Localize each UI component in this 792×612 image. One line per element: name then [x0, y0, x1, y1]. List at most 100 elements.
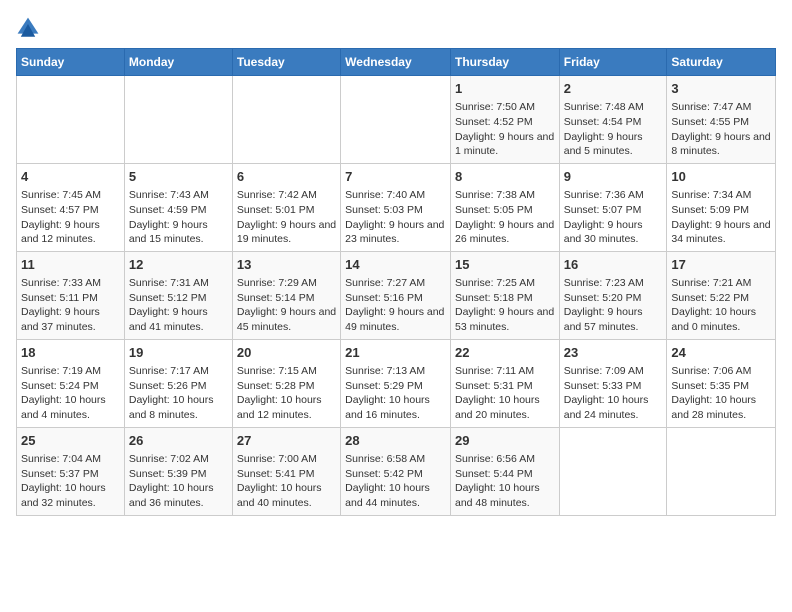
day-info: Daylight: 9 hours and 8 minutes. — [671, 130, 771, 159]
header-row: SundayMondayTuesdayWednesdayThursdayFrid… — [17, 49, 776, 76]
day-info: Daylight: 10 hours and 0 minutes. — [671, 305, 771, 334]
calendar-cell: 5Sunrise: 7:43 AMSunset: 4:59 PMDaylight… — [124, 163, 232, 251]
calendar-cell — [667, 427, 776, 515]
calendar-cell — [341, 76, 451, 164]
calendar-cell: 24Sunrise: 7:06 AMSunset: 5:35 PMDayligh… — [667, 339, 776, 427]
day-info: Daylight: 9 hours and 19 minutes. — [237, 218, 336, 247]
day-info: Sunrise: 6:58 AM — [345, 452, 446, 467]
day-info: Sunset: 5:18 PM — [455, 291, 555, 306]
day-info: Sunset: 5:12 PM — [129, 291, 228, 306]
day-info: Sunset: 5:11 PM — [21, 291, 120, 306]
day-number: 11 — [21, 256, 120, 274]
day-info: Sunrise: 7:21 AM — [671, 276, 771, 291]
day-info: Daylight: 10 hours and 20 minutes. — [455, 393, 555, 422]
calendar-cell: 28Sunrise: 6:58 AMSunset: 5:42 PMDayligh… — [341, 427, 451, 515]
header-cell-saturday: Saturday — [667, 49, 776, 76]
calendar-cell — [17, 76, 125, 164]
calendar-table: SundayMondayTuesdayWednesdayThursdayFrid… — [16, 48, 776, 516]
header-cell-tuesday: Tuesday — [232, 49, 340, 76]
day-number: 22 — [455, 344, 555, 362]
calendar-cell: 7Sunrise: 7:40 AMSunset: 5:03 PMDaylight… — [341, 163, 451, 251]
calendar-cell: 13Sunrise: 7:29 AMSunset: 5:14 PMDayligh… — [232, 251, 340, 339]
day-info: Sunset: 5:42 PM — [345, 467, 446, 482]
calendar-week-row: 18Sunrise: 7:19 AMSunset: 5:24 PMDayligh… — [17, 339, 776, 427]
day-info: Sunset: 5:33 PM — [564, 379, 663, 394]
day-number: 18 — [21, 344, 120, 362]
day-info: Sunrise: 7:19 AM — [21, 364, 120, 379]
calendar-cell: 1Sunrise: 7:50 AMSunset: 4:52 PMDaylight… — [450, 76, 559, 164]
day-info: Sunrise: 7:34 AM — [671, 188, 771, 203]
day-number: 20 — [237, 344, 336, 362]
day-info: Sunset: 5:22 PM — [671, 291, 771, 306]
day-info: Daylight: 9 hours and 45 minutes. — [237, 305, 336, 334]
calendar-cell: 8Sunrise: 7:38 AMSunset: 5:05 PMDaylight… — [450, 163, 559, 251]
calendar-cell: 25Sunrise: 7:04 AMSunset: 5:37 PMDayligh… — [17, 427, 125, 515]
page-header — [16, 16, 776, 40]
header-cell-sunday: Sunday — [17, 49, 125, 76]
calendar-cell: 15Sunrise: 7:25 AMSunset: 5:18 PMDayligh… — [450, 251, 559, 339]
day-info: Daylight: 10 hours and 4 minutes. — [21, 393, 120, 422]
day-info: Sunrise: 7:17 AM — [129, 364, 228, 379]
day-info: Sunset: 5:07 PM — [564, 203, 663, 218]
day-info: Sunrise: 7:38 AM — [455, 188, 555, 203]
day-info: Sunrise: 7:43 AM — [129, 188, 228, 203]
day-number: 21 — [345, 344, 446, 362]
day-number: 15 — [455, 256, 555, 274]
day-info: Sunset: 5:16 PM — [345, 291, 446, 306]
day-number: 4 — [21, 168, 120, 186]
day-number: 24 — [671, 344, 771, 362]
header-cell-friday: Friday — [559, 49, 667, 76]
day-info: Sunset: 5:05 PM — [455, 203, 555, 218]
day-number: 29 — [455, 432, 555, 450]
header-cell-wednesday: Wednesday — [341, 49, 451, 76]
day-info: Sunset: 5:37 PM — [21, 467, 120, 482]
day-info: Daylight: 9 hours and 57 minutes. — [564, 305, 663, 334]
calendar-week-row: 1Sunrise: 7:50 AMSunset: 4:52 PMDaylight… — [17, 76, 776, 164]
day-info: Sunrise: 7:27 AM — [345, 276, 446, 291]
day-info: Sunrise: 7:47 AM — [671, 100, 771, 115]
calendar-cell: 11Sunrise: 7:33 AMSunset: 5:11 PMDayligh… — [17, 251, 125, 339]
calendar-cell: 12Sunrise: 7:31 AMSunset: 5:12 PMDayligh… — [124, 251, 232, 339]
day-number: 16 — [564, 256, 663, 274]
logo-icon — [16, 16, 40, 40]
calendar-cell: 16Sunrise: 7:23 AMSunset: 5:20 PMDayligh… — [559, 251, 667, 339]
day-info: Sunset: 4:54 PM — [564, 115, 663, 130]
calendar-header: SundayMondayTuesdayWednesdayThursdayFrid… — [17, 49, 776, 76]
calendar-cell — [232, 76, 340, 164]
calendar-cell: 20Sunrise: 7:15 AMSunset: 5:28 PMDayligh… — [232, 339, 340, 427]
day-info: Sunrise: 7:09 AM — [564, 364, 663, 379]
day-info: Sunrise: 7:29 AM — [237, 276, 336, 291]
day-number: 12 — [129, 256, 228, 274]
calendar-body: 1Sunrise: 7:50 AMSunset: 4:52 PMDaylight… — [17, 76, 776, 516]
day-info: Sunrise: 6:56 AM — [455, 452, 555, 467]
day-info: Daylight: 10 hours and 48 minutes. — [455, 481, 555, 510]
day-info: Daylight: 9 hours and 26 minutes. — [455, 218, 555, 247]
calendar-cell: 27Sunrise: 7:00 AMSunset: 5:41 PMDayligh… — [232, 427, 340, 515]
day-info: Sunset: 5:26 PM — [129, 379, 228, 394]
day-info: Sunrise: 7:13 AM — [345, 364, 446, 379]
day-number: 17 — [671, 256, 771, 274]
day-info: Daylight: 9 hours and 30 minutes. — [564, 218, 663, 247]
day-number: 6 — [237, 168, 336, 186]
day-info: Sunset: 4:57 PM — [21, 203, 120, 218]
day-number: 26 — [129, 432, 228, 450]
day-info: Daylight: 10 hours and 40 minutes. — [237, 481, 336, 510]
calendar-cell: 23Sunrise: 7:09 AMSunset: 5:33 PMDayligh… — [559, 339, 667, 427]
calendar-cell: 17 Sunrise: 7:21 AMSunset: 5:22 PMDayligh… — [667, 251, 776, 339]
day-info: Sunset: 5:14 PM — [237, 291, 336, 306]
day-number: 9 — [564, 168, 663, 186]
day-info: Daylight: 9 hours and 15 minutes. — [129, 218, 228, 247]
calendar-cell: 18 Sunrise: 7:19 AMSunset: 5:24 PMDayligh… — [17, 339, 125, 427]
calendar-week-row: 11Sunrise: 7:33 AMSunset: 5:11 PMDayligh… — [17, 251, 776, 339]
calendar-cell: 22Sunrise: 7:11 AMSunset: 5:31 PMDayligh… — [450, 339, 559, 427]
day-info: Sunset: 5:24 PM — [21, 379, 120, 394]
day-info: Sunrise: 7:06 AM — [671, 364, 771, 379]
calendar-cell: 3Sunrise: 7:47 AMSunset: 4:55 PMDaylight… — [667, 76, 776, 164]
day-info: Sunrise: 7:48 AM — [564, 100, 663, 115]
day-info: Daylight: 9 hours and 23 minutes. — [345, 218, 446, 247]
day-info: Daylight: 9 hours and 37 minutes. — [21, 305, 120, 334]
calendar-cell: 14Sunrise: 7:27 AMSunset: 5:16 PMDayligh… — [341, 251, 451, 339]
day-number: 1 — [455, 80, 555, 98]
calendar-cell: 4Sunrise: 7:45 AMSunset: 4:57 PMDaylight… — [17, 163, 125, 251]
day-info: Sunrise: 7:45 AM — [21, 188, 120, 203]
